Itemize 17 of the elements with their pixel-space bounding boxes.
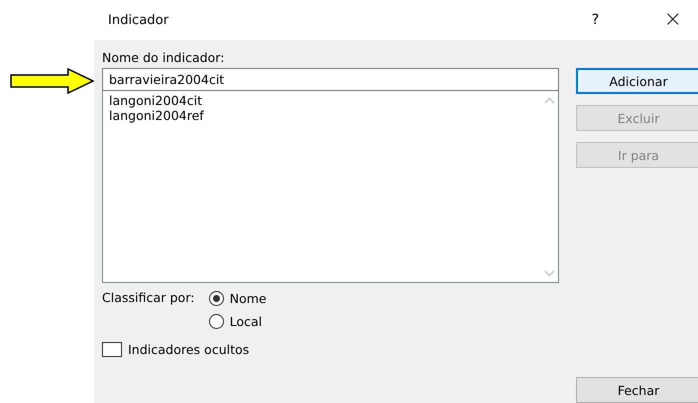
checkbox[interactable] bbox=[102, 342, 122, 357]
radio-label[interactable]: Local bbox=[230, 314, 262, 329]
arrow-icon bbox=[10, 68, 94, 94]
checkbox-label[interactable]: Indicadores ocultos bbox=[128, 342, 250, 357]
name-field[interactable]: barravieira2004cit bbox=[102, 68, 559, 91]
close-dialog-button[interactable]: Fechar bbox=[576, 377, 698, 403]
window-title: Indicador bbox=[108, 12, 170, 28]
add-button[interactable]: Adicionar bbox=[576, 68, 698, 94]
field-label: Nome do indicador: bbox=[102, 50, 226, 66]
radio-button[interactable] bbox=[208, 314, 224, 329]
close-button[interactable]: × bbox=[664, 9, 682, 31]
radio-label[interactable]: Nome bbox=[230, 291, 266, 306]
list-item[interactable]: langoni2004cit bbox=[109, 93, 535, 108]
radio-button[interactable] bbox=[208, 291, 224, 306]
list-item[interactable]: langoni2004ref bbox=[109, 108, 535, 123]
sort-label: Classificar por: bbox=[102, 289, 195, 307]
help-button[interactable]: ? bbox=[592, 12, 612, 28]
